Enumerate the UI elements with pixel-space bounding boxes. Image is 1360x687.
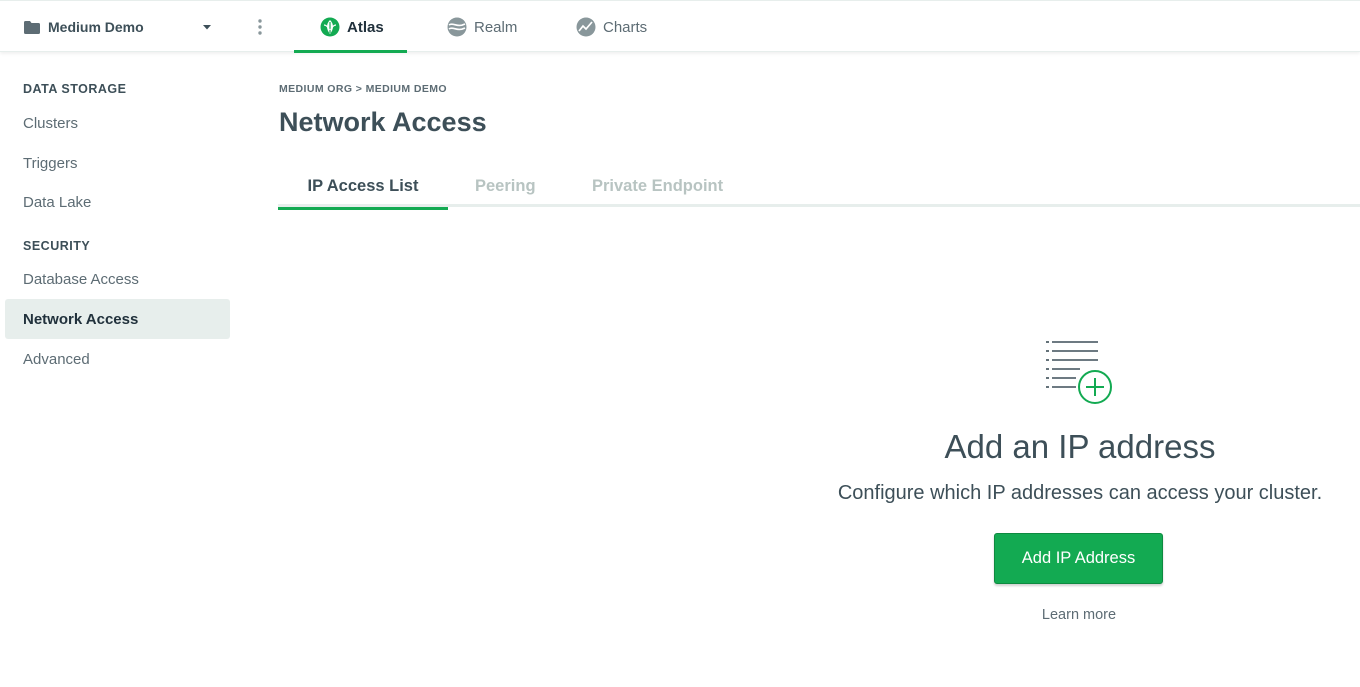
folder-icon [24,20,40,34]
empty-state-description: Configure which IP addresses can access … [837,482,1323,504]
sidebar-item-data-lake[interactable]: Data Lake [5,182,230,222]
subtab-bar: IP Access List Peering Private Endpoint [278,166,1360,210]
project-selector[interactable]: Medium Demo [24,1,144,53]
tab-atlas[interactable]: Atlas [294,1,407,53]
tab-private-endpoint[interactable]: Private Endpoint [592,166,723,207]
project-name: Medium Demo [48,19,144,35]
list-add-icon [1046,341,1112,404]
tab-realm[interactable]: Realm [447,1,517,53]
breadcrumb[interactable]: MEDIUM ORG > MEDIUM DEMO [279,83,447,95]
add-ip-address-button[interactable]: Add IP Address [994,533,1163,584]
caret-down-icon[interactable] [202,22,212,32]
charts-icon [576,17,596,37]
empty-state-title: Add an IP address [944,428,1216,465]
top-navigation-bar: Medium Demo Atlas Realm Charts [0,0,1360,53]
tab-peering[interactable]: Peering [475,166,536,207]
tab-charts[interactable]: Charts [576,1,647,53]
realm-icon [447,17,467,37]
sidebar-item-advanced[interactable]: Advanced [5,339,230,379]
tab-charts-label: Charts [603,18,648,36]
sidebar-item-database-access[interactable]: Database Access [5,259,230,299]
sidebar-item-network-access[interactable]: Network Access [5,299,230,339]
learn-more-link[interactable]: Learn more [980,607,1178,623]
sidebar: DATA STORAGE Clusters Triggers Data Lake… [0,53,240,687]
tab-realm-label: Realm [474,18,518,36]
atlas-leaf-icon [320,17,340,37]
page-title: Network Access [279,107,487,137]
kebab-menu-icon[interactable] [256,18,264,36]
tab-ip-access-list[interactable]: IP Access List [278,166,448,210]
sidebar-header-security: SECURITY [23,239,91,253]
sidebar-item-triggers[interactable]: Triggers [5,143,230,183]
sidebar-header-data-storage: DATA STORAGE [23,82,127,96]
tab-atlas-label: Atlas [347,18,384,36]
sidebar-item-clusters[interactable]: Clusters [5,103,230,143]
